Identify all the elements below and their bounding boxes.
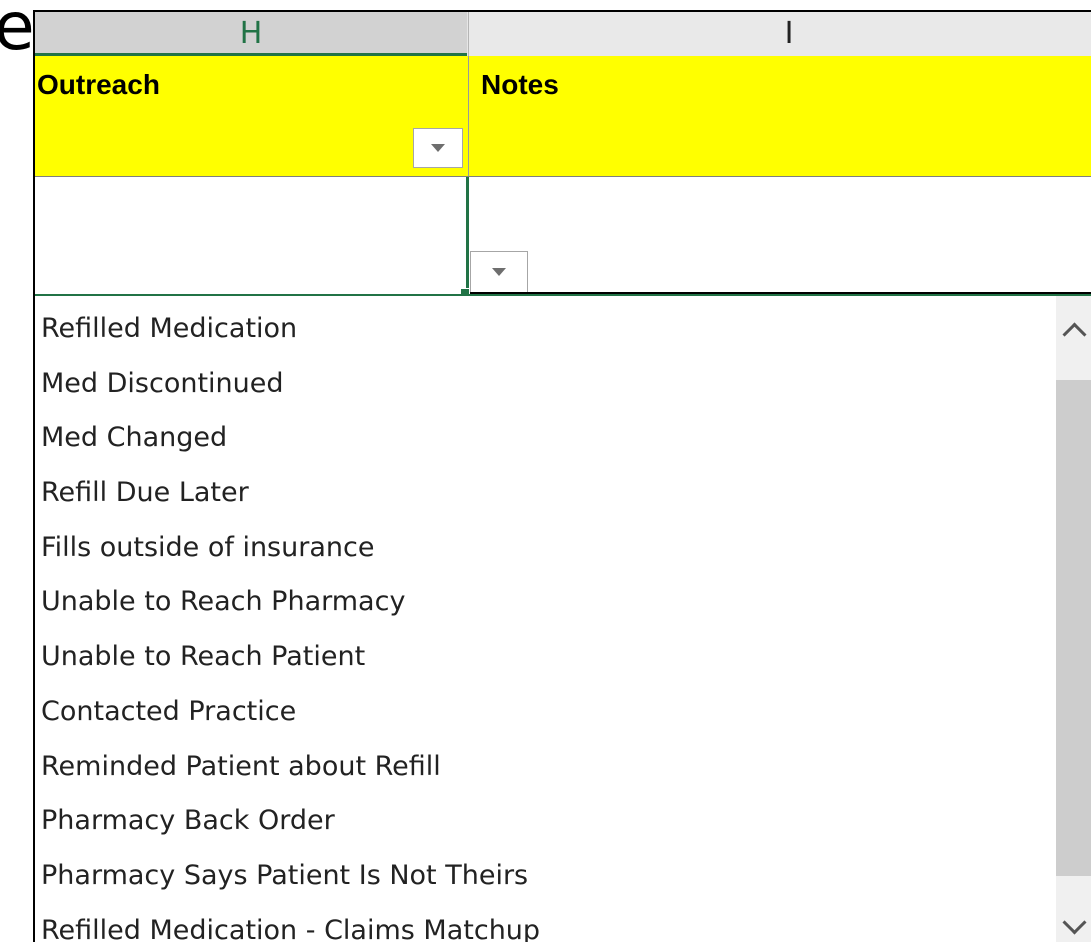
dropdown-option-contacted-practice[interactable]: Contacted Practice bbox=[41, 685, 1051, 740]
chevron-down-icon bbox=[431, 144, 445, 152]
outreach-selected-cell[interactable] bbox=[35, 177, 469, 293]
table-row bbox=[35, 177, 1091, 293]
dropdown-option-med-discontinued[interactable]: Med Discontinued bbox=[41, 357, 1051, 412]
dropdown-option-fills-outside-insurance[interactable]: Fills outside of insurance bbox=[41, 521, 1051, 576]
dropdown-option-unable-reach-pharmacy[interactable]: Unable to Reach Pharmacy bbox=[41, 575, 1051, 630]
notes-cell[interactable] bbox=[469, 177, 1091, 293]
cropped-text-fragment: e bbox=[0, 0, 35, 65]
dropdown-scrollbar[interactable] bbox=[1056, 296, 1091, 942]
spreadsheet-screenshot: e H I Outreach Notes Refilled Medication bbox=[0, 0, 1091, 942]
dropdown-options: Refilled Medication Med Discontinued Med… bbox=[41, 302, 1051, 942]
worksheet-grid: H I Outreach Notes Refilled Medication M… bbox=[33, 10, 1091, 942]
chevron-down-icon bbox=[492, 268, 506, 276]
outreach-header-cell[interactable]: Outreach bbox=[37, 56, 465, 188]
dropdown-option-refill-due-later[interactable]: Refill Due Later bbox=[41, 466, 1051, 521]
notes-header-cell[interactable]: Notes bbox=[468, 56, 1081, 176]
scroll-thumb[interactable] bbox=[1056, 380, 1091, 876]
column-header-h[interactable]: H bbox=[35, 12, 467, 56]
scroll-down-arrow-icon[interactable] bbox=[1062, 910, 1087, 935]
dropdown-option-pharmacy-back-order[interactable]: Pharmacy Back Order bbox=[41, 794, 1051, 849]
dropdown-option-refilled-medication[interactable]: Refilled Medication bbox=[41, 302, 1051, 357]
outreach-filter-button[interactable] bbox=[413, 128, 463, 168]
data-validation-dropdown-button[interactable] bbox=[470, 251, 528, 293]
validation-dropdown-list: Refilled Medication Med Discontinued Med… bbox=[35, 294, 1091, 942]
dropdown-option-unable-reach-patient[interactable]: Unable to Reach Patient bbox=[41, 630, 1051, 685]
dropdown-option-reminded-patient[interactable]: Reminded Patient about Refill bbox=[41, 740, 1051, 795]
table-header-row: Outreach Notes bbox=[35, 56, 1091, 177]
dropdown-option-med-changed[interactable]: Med Changed bbox=[41, 411, 1051, 466]
scroll-up-arrow-icon[interactable] bbox=[1062, 322, 1087, 347]
column-header-i[interactable]: I bbox=[468, 12, 1091, 56]
column-header-row: H I bbox=[35, 12, 1091, 56]
dropdown-option-pharmacy-says-not-theirs[interactable]: Pharmacy Says Patient Is Not Theirs bbox=[41, 849, 1051, 904]
dropdown-option-refilled-claims-matchup[interactable]: Refilled Medication - Claims Matchup bbox=[41, 904, 1051, 942]
